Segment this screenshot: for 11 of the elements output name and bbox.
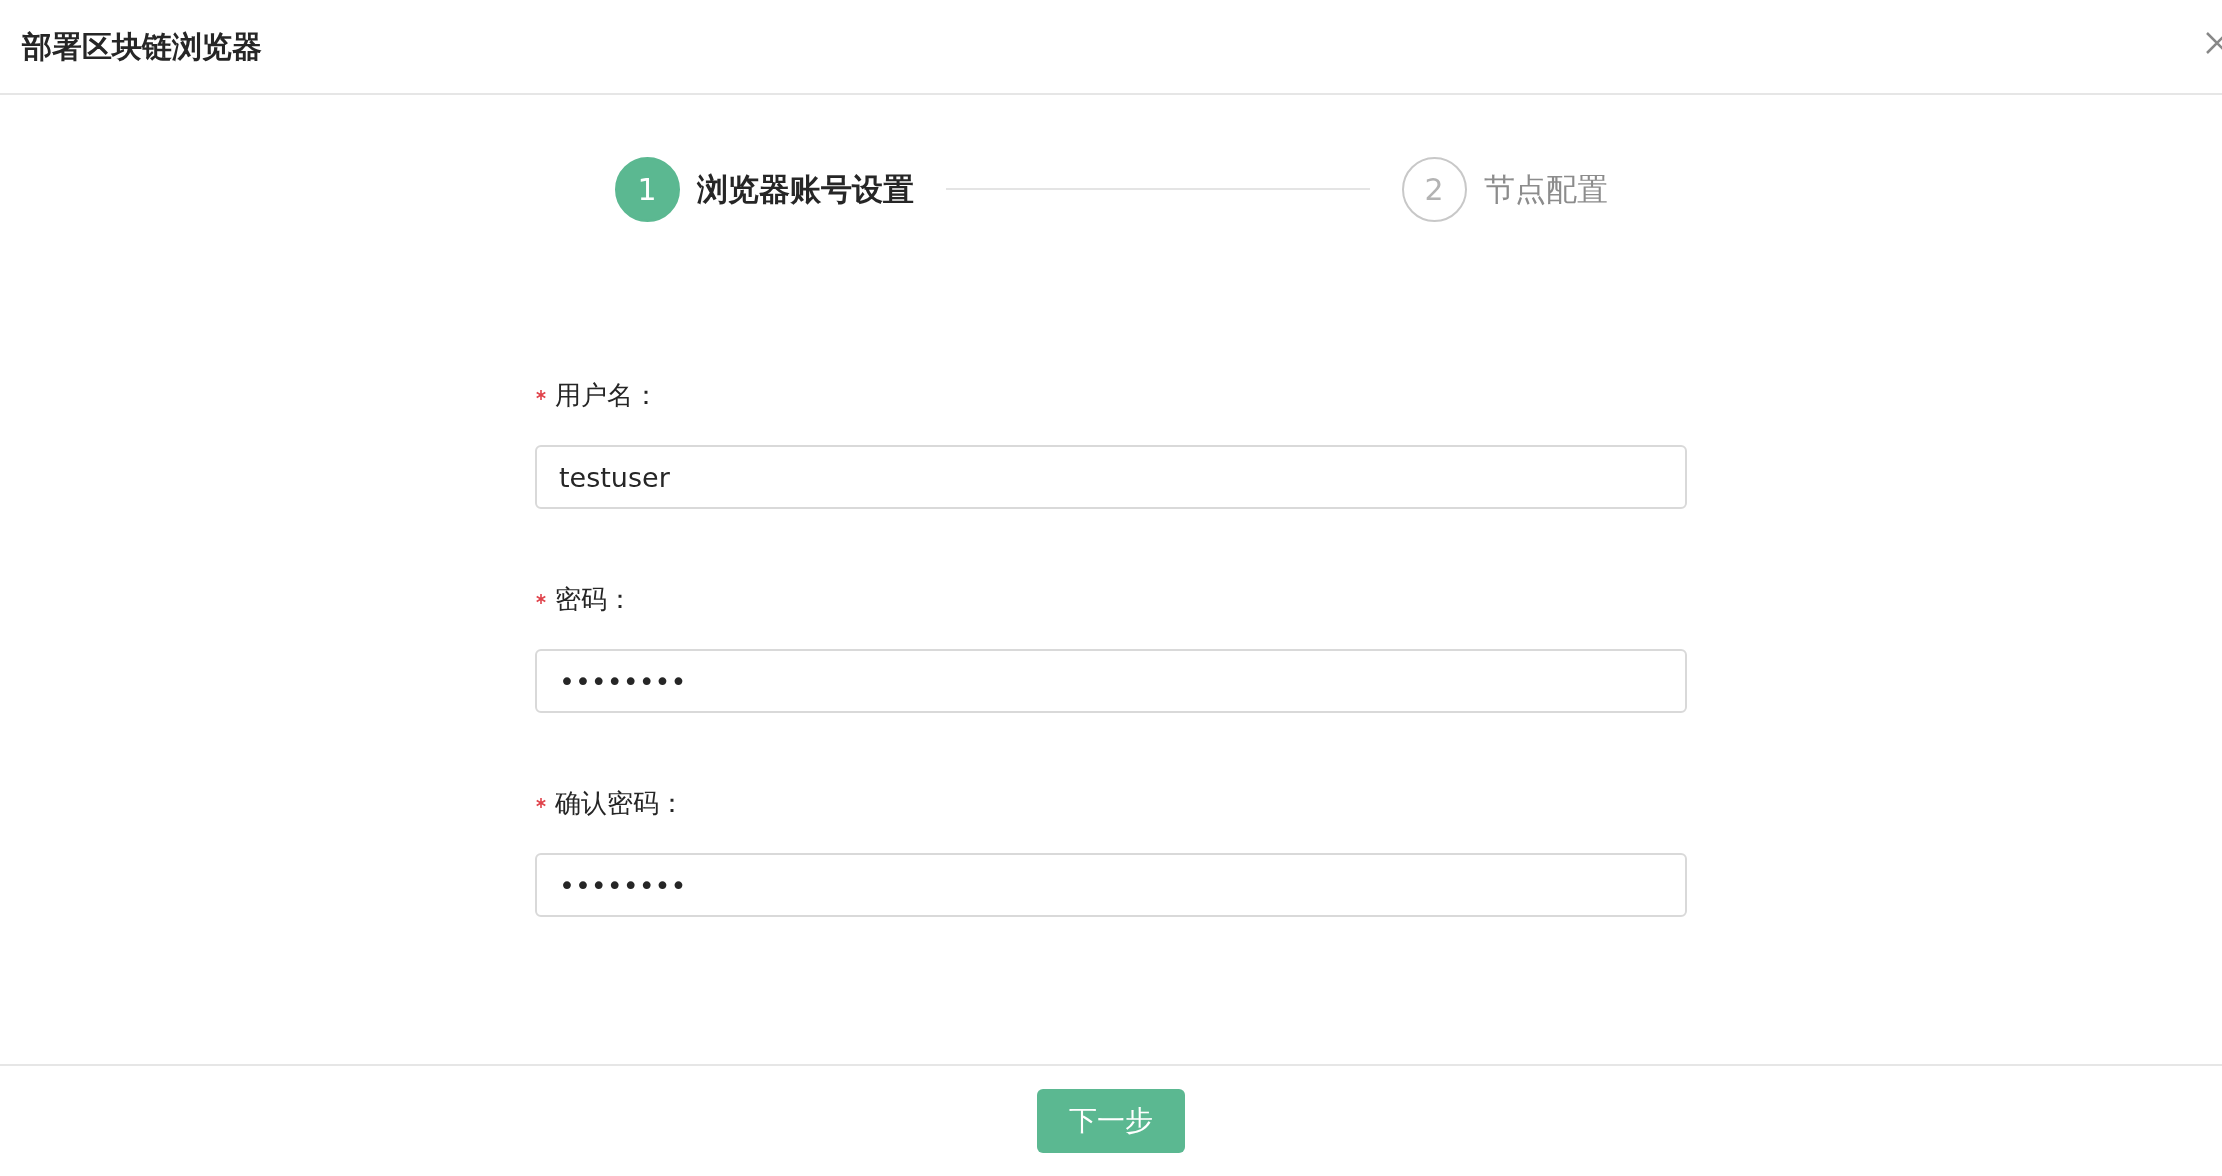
input-field[interactable]: •••••••• xyxy=(535,853,1687,917)
field-label: 密码： xyxy=(555,582,633,616)
dialog-title: 部署区块链浏览器 xyxy=(22,28,262,66)
input-field[interactable]: testuser xyxy=(535,445,1687,509)
step-label: 节点配置 xyxy=(1483,170,1608,210)
input-field[interactable]: •••••••• xyxy=(535,649,1687,713)
step-number: 1 xyxy=(614,157,680,222)
step-number: 2 xyxy=(1401,157,1467,222)
step-label: 浏览器账号设置 xyxy=(696,170,914,210)
field-label: 确认密码： xyxy=(555,786,685,820)
field-label: 用户名： xyxy=(555,378,659,412)
